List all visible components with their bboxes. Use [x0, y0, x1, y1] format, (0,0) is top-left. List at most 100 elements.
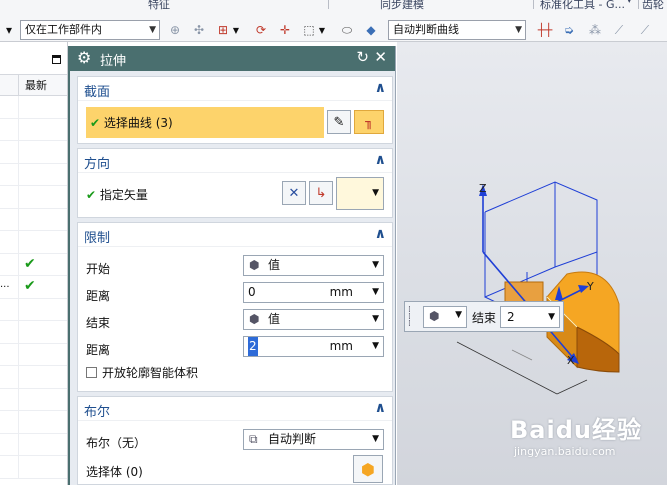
open-profile-label: 开放轮廓智能体积: [102, 366, 199, 380]
collapse-caret-icon[interactable]: ∧: [375, 400, 386, 416]
navigator-row[interactable]: ... ✔: [0, 276, 67, 299]
snap-point-icon[interactable]: ⊕: [166, 21, 184, 39]
latest-check-icon: ✔: [24, 278, 36, 294]
gear-icon[interactable]: ⚙: [77, 48, 91, 67]
navigator-row[interactable]: [0, 118, 67, 141]
section-panel: 截面 ∧ ✔ 选择曲线 (3) ✎ ╖: [77, 76, 393, 144]
chevron-down-icon: ▼: [372, 314, 379, 324]
arc-tool-icon[interactable]: ⟋: [636, 21, 654, 39]
point-snap-icon[interactable]: ✣: [190, 21, 208, 39]
navigator-row[interactable]: [0, 343, 67, 366]
open-profile-checkbox[interactable]: [86, 367, 97, 378]
axis-label-x: X: [567, 354, 575, 367]
direction-title: 方向: [84, 157, 111, 172]
ribbon-group-standard-tools[interactable]: 标准化工具 - G...: [540, 0, 625, 12]
cube-icon[interactable]: ◆: [362, 21, 380, 39]
collapse-caret-icon[interactable]: ∧: [375, 80, 386, 96]
navigator-rows: ✔... ✔: [0, 96, 67, 479]
curve-rule-value: 自动判断曲线: [393, 23, 459, 36]
chevron-down-icon[interactable]: ▼: [231, 21, 241, 39]
orange-cube-icon: ⬢: [361, 459, 375, 479]
select-curve-row[interactable]: ✔ 选择曲线 (3): [86, 107, 324, 138]
navigator-row[interactable]: [0, 163, 67, 186]
start-distance-label: 距离: [86, 289, 111, 303]
part-navigator: 最新 ✔... ✔: [0, 42, 68, 485]
navigator-row[interactable]: [0, 411, 67, 434]
axis-label-y: Y: [586, 280, 594, 293]
reverse-direction-button[interactable]: ✕: [282, 181, 306, 205]
navigator-row[interactable]: [0, 186, 67, 209]
column-divider: [18, 141, 19, 163]
end-option-value: 值: [268, 312, 281, 326]
curve-select-button[interactable]: ╖: [354, 110, 384, 134]
maximize-icon[interactable]: [52, 55, 61, 64]
sketch-section-button[interactable]: ✎: [327, 110, 351, 134]
end-option-mini-dropdown[interactable]: ⬢ ▼: [423, 306, 467, 328]
ribbon-group-dropdown-arrow[interactable]: ▾: [627, 0, 632, 6]
column-divider: [18, 456, 19, 478]
curve-snap-icon[interactable]: ⟳: [252, 21, 270, 39]
select-body-button[interactable]: ⬢: [353, 455, 383, 483]
collapse-caret-icon[interactable]: ∧: [375, 152, 386, 168]
stop-at-intersection-icon[interactable]: ┼┼: [536, 21, 554, 39]
navigator-row[interactable]: [0, 433, 67, 456]
navigator-row[interactable]: [0, 366, 67, 389]
filter-points-icon[interactable]: ⊞: [214, 21, 232, 39]
value-cube-icon: ⬢: [249, 258, 260, 272]
reset-icon[interactable]: ↻: [356, 48, 369, 66]
navigator-row[interactable]: [0, 388, 67, 411]
end-option-dropdown[interactable]: ⬢ 值 ▼: [243, 309, 384, 330]
column-divider: [18, 118, 19, 140]
ribbon-group-gear[interactable]: 齿轮: [642, 0, 664, 12]
navigator-row[interactable]: [0, 208, 67, 231]
navigator-row[interactable]: ✔: [0, 253, 67, 276]
navigator-row[interactable]: [0, 456, 67, 479]
rectangle-select-icon[interactable]: ⬚: [300, 21, 318, 39]
navigator-header-bar: [0, 42, 67, 75]
direction-header[interactable]: 方向 ∧: [78, 149, 392, 173]
ribbon-separator: [328, 0, 329, 9]
navigator-row[interactable]: [0, 141, 67, 164]
boolean-option-dropdown[interactable]: ⧉ 自动判断 ▼: [243, 429, 384, 450]
boolean-header[interactable]: 布尔 ∧: [78, 397, 392, 421]
navigator-row[interactable]: [0, 298, 67, 321]
selection-scope-dropdown[interactable]: 仅在工作部件内 ▼: [20, 20, 160, 40]
navigator-row[interactable]: [0, 96, 67, 119]
feature-curves-icon[interactable]: ⁂: [586, 21, 604, 39]
navigator-column-header-row: 最新: [0, 75, 67, 96]
vector-dialog-button[interactable]: ↳: [309, 181, 333, 205]
vector-type-dropdown[interactable]: ▼: [336, 177, 384, 210]
column-divider: [18, 321, 19, 343]
vector-icon: ↳: [315, 185, 327, 201]
column-header-latest[interactable]: 最新: [18, 75, 68, 96]
end-limit-handle-panel: ⁞ ⁞ ⁞ ⬢ ▼ 结束 2 ▼: [404, 301, 564, 332]
ribbon-group-sync-modeling[interactable]: 同步建模: [380, 0, 424, 12]
start-option-dropdown[interactable]: ⬢ 值 ▼: [243, 255, 384, 276]
ribbon-group-feature[interactable]: 特征: [148, 0, 170, 12]
eraser-icon[interactable]: ⬭: [338, 21, 356, 39]
limits-header[interactable]: 限制 ∧: [78, 223, 392, 247]
collapse-caret-icon[interactable]: ∧: [375, 226, 386, 242]
drag-grip-icon[interactable]: ⁞ ⁞ ⁞: [408, 306, 411, 329]
ribbon-dropdown-arrow-icon[interactable]: ▾: [2, 21, 16, 39]
dialog-titlebar[interactable]: ⚙ 拉伸 ↻ ✕: [70, 46, 395, 71]
intersection-snap-icon[interactable]: ✛: [276, 21, 294, 39]
column-divider: [18, 343, 19, 365]
limits-title: 限制: [84, 231, 111, 246]
chevron-down-icon[interactable]: ▼: [317, 21, 327, 39]
ribbon-separator: [533, 0, 534, 9]
start-distance-value: 0: [248, 285, 256, 299]
start-option-value: 值: [268, 258, 281, 272]
handle-end-input[interactable]: 2 ▼: [500, 306, 560, 328]
chevron-down-icon: ▼: [149, 25, 156, 35]
navigator-row[interactable]: [0, 321, 67, 344]
follow-fillet-icon[interactable]: ➭: [560, 21, 578, 39]
navigator-row[interactable]: [0, 231, 67, 254]
section-header[interactable]: 截面 ∧: [78, 77, 392, 101]
column-divider: [18, 208, 19, 230]
curve-rule-dropdown[interactable]: 自动判断曲线 ▼: [388, 20, 526, 40]
end-distance-input[interactable]: 2 mm ▼: [243, 336, 384, 357]
close-icon[interactable]: ✕: [374, 48, 387, 66]
start-distance-input[interactable]: 0 mm ▼: [243, 282, 384, 303]
line-tool-icon[interactable]: ⟋: [610, 21, 628, 39]
